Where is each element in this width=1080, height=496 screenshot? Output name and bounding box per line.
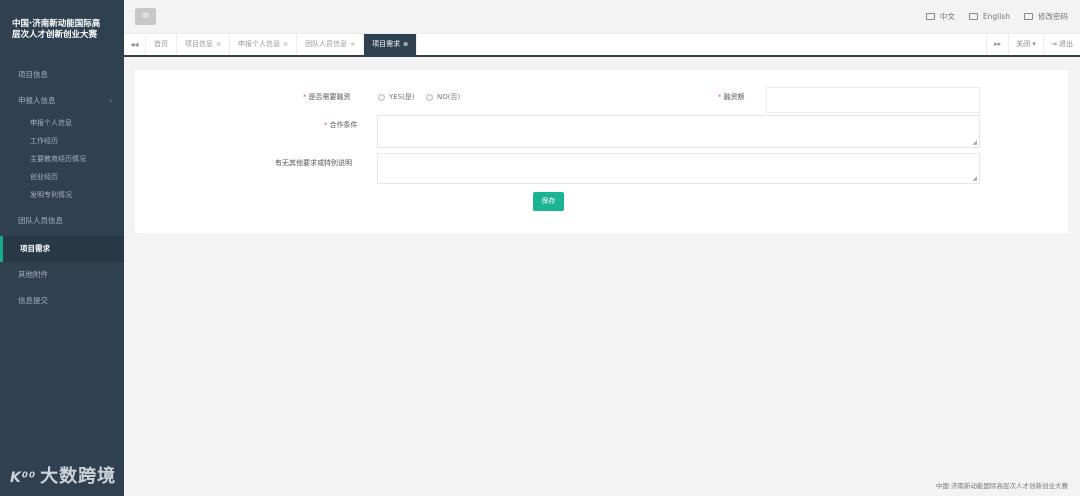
watermark: K⁰⁰ 大数跨境	[10, 462, 116, 488]
logo-line-2: 层次人才创新创业大赛	[12, 30, 98, 40]
save-button[interactable]: 保存	[533, 192, 564, 211]
sidebar-item-label: 项目需求	[20, 244, 50, 253]
financing-amount-label-text: 融资额	[723, 93, 745, 101]
sidebar-subitem-personal-info[interactable]: 申报个人信息	[0, 114, 124, 132]
project-needs-form: * 是否需要融资 YES(是) NO(否) * 融资额 * 合作条件 ◢ 有无其他要求…	[135, 70, 1068, 233]
link-label: 修改密码	[1038, 12, 1068, 21]
required-mark: *	[303, 93, 307, 101]
close-icon[interactable]: ⊗	[216, 41, 221, 48]
radio-circle-icon	[426, 93, 433, 101]
close-icon[interactable]: ⊗	[403, 41, 408, 48]
tab-team-info[interactable]: 团队人员信息 ⊗	[297, 34, 365, 55]
language-chinese-link[interactable]: 中文	[925, 11, 955, 22]
hamburger-icon: ≡	[141, 11, 150, 21]
tab-label: 申报个人信息	[238, 40, 281, 48]
change-password-link[interactable]: 修改密码	[1024, 11, 1068, 22]
link-label: 中文	[939, 12, 955, 21]
sidebar-item-applicant-info[interactable]: 申报人信息 ‹	[0, 88, 124, 114]
sidebar-subitem-education[interactable]: 主要教育经历情况	[0, 150, 124, 168]
chevron-left-icon: ‹	[109, 97, 112, 105]
other-requirements-textarea[interactable]: ◢	[377, 153, 980, 184]
financing-label-text: 是否需要融资	[308, 93, 351, 101]
sidebar-item-project-info[interactable]: 项目信息	[0, 62, 124, 88]
menu-toggle-button[interactable]: ≡	[135, 8, 156, 25]
radio-circle-icon	[378, 93, 385, 101]
tab-label: 项目信息	[185, 40, 213, 48]
cooperation-label: * 合作条件	[324, 120, 358, 130]
sidebar-item-label: 团队人员信息	[18, 216, 63, 225]
tabs-scroll-left-button[interactable]: ◂◂	[124, 34, 146, 55]
tab-label: 团队人员信息	[305, 40, 348, 48]
required-mark: *	[324, 121, 328, 129]
sidebar-item-attachments[interactable]: 其他附件	[0, 262, 124, 288]
close-tabs-dropdown[interactable]: 关闭 ▾	[1008, 34, 1043, 55]
language-english-link[interactable]: English	[968, 11, 1010, 22]
other-requirements-label: 有无其他要求或特别说明	[275, 159, 352, 167]
tab-project-info[interactable]: 项目信息 ⊗	[177, 34, 231, 55]
sidebar-subitem-startup-experience[interactable]: 创业经历	[0, 168, 124, 186]
double-chevron-right-icon: ▸▸	[994, 40, 1002, 48]
tab-personal-info[interactable]: 申报个人信息 ⊗	[230, 34, 298, 55]
link-label: English	[982, 12, 1010, 21]
sidebar-item-label: 项目信息	[18, 70, 48, 79]
financing-amount-label: * 融资额	[718, 92, 745, 102]
radio-label: YES(是)	[389, 93, 415, 101]
tab-controls: ▸▸ 关闭 ▾ ⇥ 退出	[986, 34, 1080, 55]
tab-list: 首页 项目信息 ⊗ 申报个人信息 ⊗ 团队人员信息 ⊗ 项目需求 ⊗	[146, 34, 418, 55]
tab-label: 项目需求	[372, 40, 401, 48]
resize-grip-icon[interactable]: ◢	[972, 139, 977, 146]
sidebar-item-label: 信息提交	[18, 296, 48, 305]
double-chevron-left-icon: ◂◂	[130, 40, 139, 49]
sidebar: 中国·济南新动能国际高 层次人才创新创业大赛 项目信息 申报人信息 ‹ 申报个人…	[0, 0, 124, 496]
sidebar-item-label: 申报人信息	[18, 96, 56, 105]
logo: 中国·济南新动能国际高 层次人才创新创业大赛	[0, 0, 124, 62]
top-header: ≡ 中文 English 修改密码	[124, 0, 1080, 34]
sidebar-item-submit[interactable]: 信息提交	[0, 288, 124, 314]
flag-icon	[925, 13, 935, 20]
radio-label: NO(否)	[437, 93, 461, 101]
tab-home[interactable]: 首页	[146, 34, 177, 55]
resize-grip-icon[interactable]: ◢	[972, 175, 977, 182]
watermark-text: 大数跨境	[40, 466, 117, 487]
footer-text: 中国·济南新动能国际高层次人才创新创业大赛	[935, 482, 1068, 490]
financing-amount-input[interactable]	[766, 87, 980, 113]
sidebar-item-label: 其他附件	[18, 270, 48, 279]
page-tabs: ◂◂ 首页 项目信息 ⊗ 申报个人信息 ⊗ 团队人员信息 ⊗ 项目需求 ⊗ ▸▸ 关闭 …	[124, 34, 1080, 57]
sidebar-item-team-info[interactable]: 团队人员信息	[0, 208, 124, 234]
cooperation-textarea[interactable]: ◢	[377, 115, 980, 148]
required-mark: *	[718, 93, 722, 101]
tabs-scroll-right-button[interactable]: ▸▸	[986, 34, 1008, 55]
header-links: 中文 English 修改密码	[925, 11, 1068, 22]
cooperation-label-text: 合作条件	[329, 121, 358, 129]
key-icon	[1024, 13, 1033, 20]
tab-project-needs[interactable]: 项目需求 ⊗	[364, 34, 418, 55]
financing-label: * 是否需要融资	[303, 92, 351, 102]
flag-icon	[968, 13, 978, 20]
close-icon[interactable]: ⊗	[283, 41, 288, 48]
financing-yes-radio[interactable]: YES(是)	[378, 92, 415, 102]
financing-no-radio[interactable]: NO(否)	[426, 92, 460, 102]
logo-line-1: 中国·济南新动能国际高	[12, 19, 101, 29]
close-icon[interactable]: ⊗	[350, 41, 355, 48]
logout-button[interactable]: ⇥ 退出	[1042, 34, 1080, 55]
sidebar-item-project-needs[interactable]: 项目需求	[0, 236, 124, 262]
tab-label: 首页	[154, 40, 168, 48]
sidebar-subitem-patents[interactable]: 发明专利情况	[0, 186, 124, 204]
sidebar-subitem-work-experience[interactable]: 工作经历	[0, 132, 124, 150]
watermark-logo-icon: K⁰⁰	[10, 470, 37, 486]
